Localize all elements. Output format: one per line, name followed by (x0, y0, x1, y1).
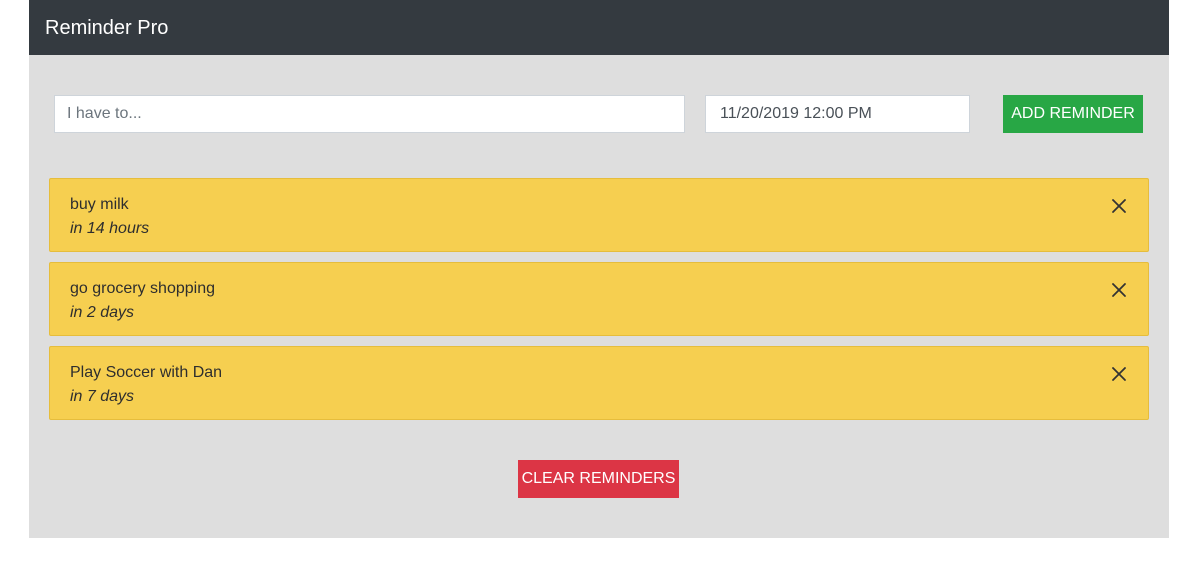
reminder-text: buy milk (70, 196, 129, 213)
add-reminder-button[interactable]: ADD REMINDER (1003, 95, 1143, 133)
reminder-item: buy milk in 14 hours (49, 178, 1149, 252)
delete-reminder-button[interactable] (1108, 195, 1130, 217)
delete-reminder-button[interactable] (1108, 363, 1130, 385)
navbar: Reminder Pro (29, 0, 1169, 55)
close-icon (1112, 367, 1126, 381)
clear-reminders-button[interactable]: CLEAR REMINDERS (518, 460, 679, 498)
app-container: Reminder Pro ADD REMINDER buy milk in 14… (29, 0, 1169, 538)
reminder-due: in 7 days (70, 388, 135, 405)
close-icon (1112, 283, 1126, 297)
reminder-date-input[interactable] (705, 95, 970, 133)
reminder-text-input[interactable] (54, 95, 685, 133)
reminder-text: go grocery shopping (70, 280, 215, 297)
app-title[interactable]: Reminder Pro (45, 16, 168, 40)
reminder-item: go grocery shopping in 2 days (49, 262, 1149, 336)
close-icon (1112, 199, 1126, 213)
delete-reminder-button[interactable] (1108, 279, 1130, 301)
reminder-text: Play Soccer with Dan (70, 364, 223, 381)
reminder-due: in 14 hours (70, 220, 150, 237)
reminder-list: buy milk in 14 hours go grocery shopping… (49, 178, 1149, 430)
reminder-item: Play Soccer with Dan in 7 days (49, 346, 1149, 420)
reminder-due: in 2 days (70, 304, 135, 321)
